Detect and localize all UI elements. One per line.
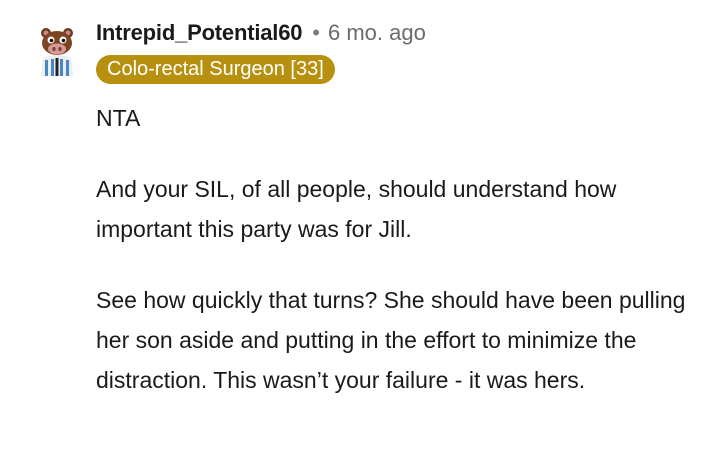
- comment-paragraph: See how quickly that turns? She should h…: [96, 287, 686, 393]
- comment-header: Intrepid_Potential60 • 6 mo. ago: [96, 20, 426, 46]
- separator-dot: •: [312, 20, 320, 45]
- comment: Intrepid_Potential60 • 6 mo. ago Colo-re…: [0, 0, 720, 461]
- username-link[interactable]: Intrepid_Potential60: [96, 20, 302, 46]
- timestamp[interactable]: 6 mo. ago: [328, 20, 426, 46]
- snoo-avatar-icon: [41, 28, 73, 76]
- comment-body: NTA And your SIL, of all people, should …: [96, 98, 696, 431]
- avatar[interactable]: [34, 24, 80, 76]
- comment-paragraph: And your SIL, of all people, should unde…: [96, 176, 617, 242]
- comment-paragraph: NTA: [96, 105, 141, 131]
- user-flair-badge: Colo-rectal Surgeon [33]: [96, 55, 335, 84]
